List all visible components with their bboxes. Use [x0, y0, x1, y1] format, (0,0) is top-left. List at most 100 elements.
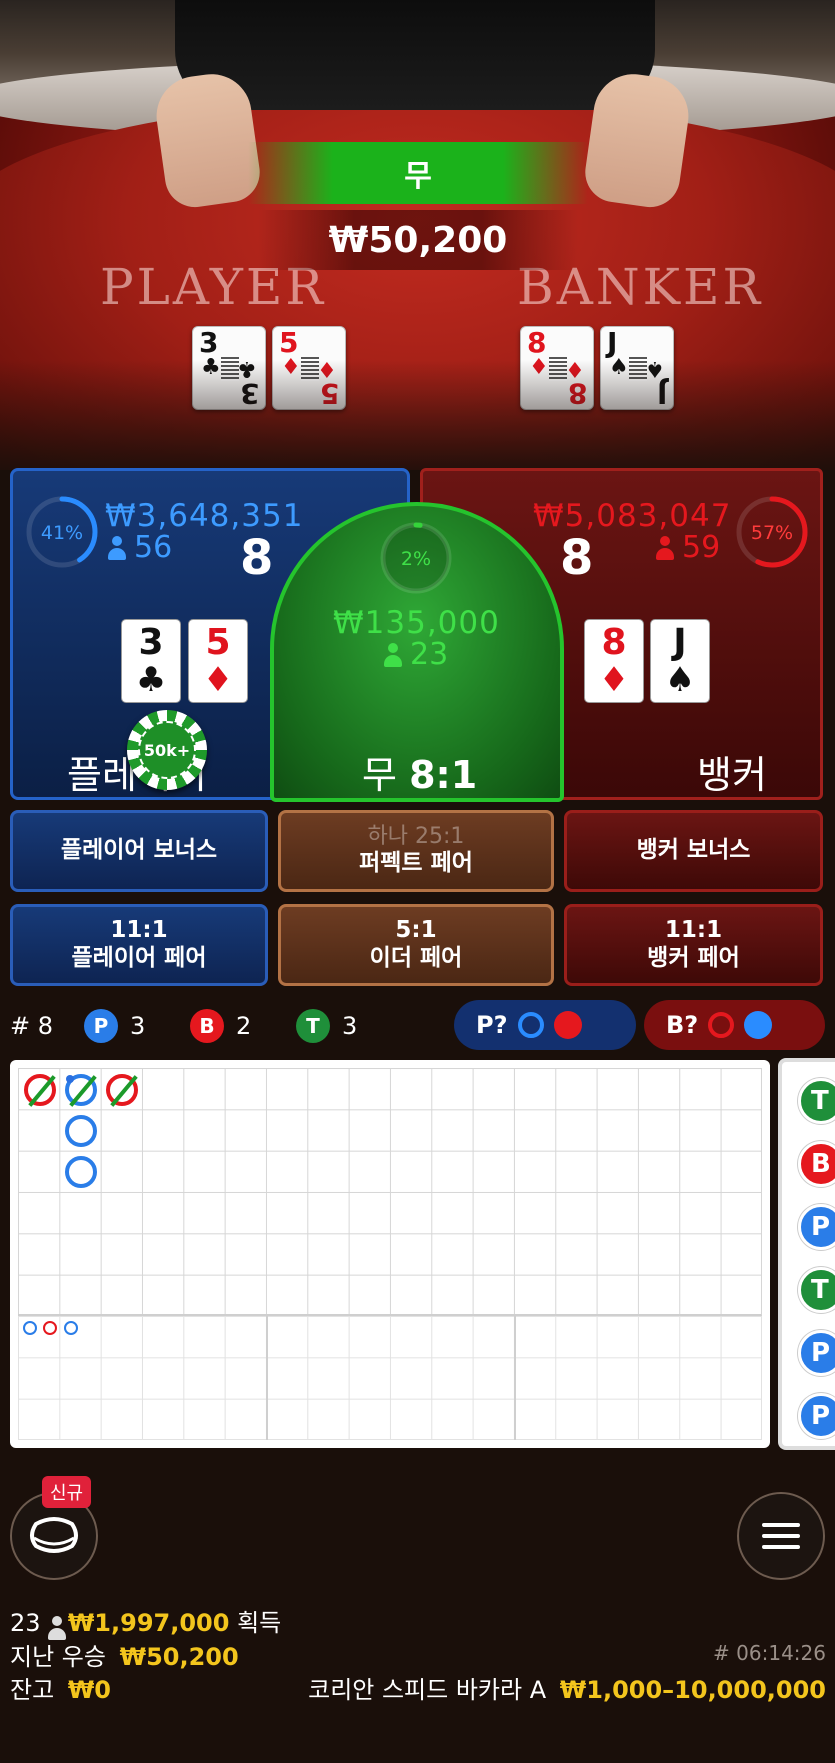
either-pair-label: 이더 페어: [369, 945, 463, 971]
banker-percent: 57%: [751, 522, 793, 544]
tie-wins-count: 3: [342, 1012, 358, 1040]
tie-label: 무 8:1: [362, 744, 477, 799]
player-wins-badge: P: [84, 1009, 118, 1043]
tie-percent-ring: 2%: [380, 522, 452, 594]
win-amount: ₩50,200: [258, 210, 578, 270]
player-pair-button[interactable]: 11:1 플레이어 페어: [10, 904, 268, 986]
road-side-banker: B: [798, 1141, 835, 1187]
road-side-player: P: [798, 1204, 835, 1250]
tie-wins-badge: T: [296, 1009, 330, 1043]
player-card: 3 ♣: [121, 619, 181, 703]
road-side-tie: T: [798, 1078, 835, 1124]
derived-road-grid: [18, 1316, 762, 1440]
banker-bonus-button[interactable]: 뱅커 보너스: [564, 810, 823, 892]
table-info: 코리안 스피드 바카라 A ₩1,000–10,000,000: [308, 1670, 826, 1705]
new-badge: 신규: [42, 1476, 92, 1508]
tie-label-text: 무: [362, 753, 397, 797]
banker-total: ₩5,083,047: [533, 498, 732, 534]
blue-dot-icon: [744, 1011, 773, 1039]
shoe-stats: # 8 P 3 B 2 T 3: [10, 1000, 357, 1052]
menu-button[interactable]: [737, 1492, 825, 1580]
banker-pair-odds: 11:1: [664, 917, 723, 944]
road-banker-tie: [106, 1074, 138, 1106]
tie-payout: 8:1: [409, 753, 478, 797]
chip-label: 50k+: [138, 721, 196, 779]
player-score: 8: [240, 530, 274, 586]
dealer: [175, 0, 655, 110]
road-side-tie: T: [798, 1267, 835, 1313]
derived-blue: [64, 1321, 78, 1335]
balance-label: 잔고: [10, 1676, 55, 1704]
last-win-amount: ₩50,200: [119, 1643, 239, 1671]
perfect-pair-odds: 하나 25:1: [367, 824, 465, 849]
last-win-label: 지난 우승: [10, 1643, 106, 1671]
derived-red: [43, 1321, 57, 1335]
either-pair-odds: 5:1: [395, 917, 437, 944]
banker-bettors: 59: [656, 530, 720, 565]
banker-predict-button[interactable]: B?: [644, 1000, 825, 1050]
player-bettors: 56: [108, 530, 172, 565]
person-icon: [48, 1616, 67, 1640]
tie-bettors: 23: [384, 637, 448, 672]
player-bonus-label: 플레이어 보너스: [60, 837, 218, 864]
player-pair-label: 플레이어 페어: [71, 945, 207, 971]
hamburger-icon: [762, 1523, 800, 1549]
derived-blue: [23, 1321, 37, 1335]
road-banker-tie: [24, 1074, 56, 1106]
player-bonus-button[interactable]: 플레이어 보너스: [10, 810, 268, 892]
red-dot-icon: [553, 1011, 582, 1039]
balance-line: 잔고 ₩0: [10, 1670, 111, 1705]
winners-count: 23: [10, 1609, 41, 1637]
banker-score: 8: [560, 530, 594, 586]
total-won: ₩1,997,000: [67, 1609, 230, 1637]
bead-road[interactable]: [10, 1060, 770, 1448]
banker-card: 8 ♦: [584, 619, 644, 703]
road-player: [65, 1115, 97, 1147]
road-side-player: P: [798, 1330, 835, 1376]
person-icon: [656, 535, 674, 560]
red-ring-icon: [708, 1012, 735, 1038]
round-number: # 8: [10, 1012, 54, 1040]
banker-wins-badge: B: [190, 1009, 224, 1043]
chip-stack[interactable]: 50k+: [127, 710, 207, 790]
either-pair-button[interactable]: 5:1 이더 페어: [278, 904, 554, 986]
player-percent-ring: 41%: [26, 496, 98, 568]
banker-card: J ♠: [650, 619, 710, 703]
player-predict-button[interactable]: P?: [454, 1000, 636, 1050]
table-icon: [30, 1517, 78, 1553]
player-percent: 41%: [41, 522, 83, 544]
bet-limits: ₩1,000–10,000,000: [559, 1676, 826, 1704]
table-name: 코리안 스피드 바카라 A: [308, 1676, 547, 1704]
banker-label: 뱅커: [697, 753, 767, 797]
player-wins-count: 3: [130, 1012, 146, 1040]
video-fade: [0, 360, 835, 470]
person-icon: [108, 535, 126, 560]
road-divider: [514, 1316, 516, 1440]
perfect-pair-button[interactable]: 하나 25:1 퍼펙트 페어: [278, 810, 554, 892]
player-card: 5 ♦: [188, 619, 248, 703]
player-bettors-count: 56: [134, 530, 173, 565]
banker-pair-button[interactable]: 11:1 뱅커 페어: [564, 904, 823, 986]
road-side-panel[interactable]: T B P T P P: [778, 1058, 835, 1450]
result-banner: 무: [248, 142, 588, 204]
tie-total: ₩135,000: [333, 605, 500, 641]
tie-percent: 2%: [401, 548, 431, 570]
won-label: 획득: [237, 1609, 282, 1637]
road-side-player: P: [798, 1393, 835, 1439]
person-icon: [384, 642, 402, 667]
road-player-tie: [65, 1074, 97, 1106]
winners-line: 23 ₩1,997,000 획득: [10, 1603, 282, 1640]
banker-predict-label: B?: [666, 1011, 699, 1039]
blue-ring-icon: [517, 1012, 544, 1038]
road-player: [65, 1156, 97, 1188]
banker-bettors-count: 59: [682, 530, 721, 565]
round-time: # 06:14:26: [713, 1641, 826, 1665]
road-divider: [266, 1316, 268, 1440]
perfect-pair-label: 퍼펙트 페어: [359, 850, 473, 877]
last-win-line: 지난 우승 ₩50,200: [10, 1637, 239, 1672]
player-pair-odds: 11:1: [110, 917, 168, 944]
balance-amount: ₩0: [67, 1676, 111, 1704]
tie-bettors-count: 23: [410, 637, 449, 672]
player-total: ₩3,648,351: [105, 498, 304, 534]
banker-percent-ring: 57%: [736, 496, 808, 568]
